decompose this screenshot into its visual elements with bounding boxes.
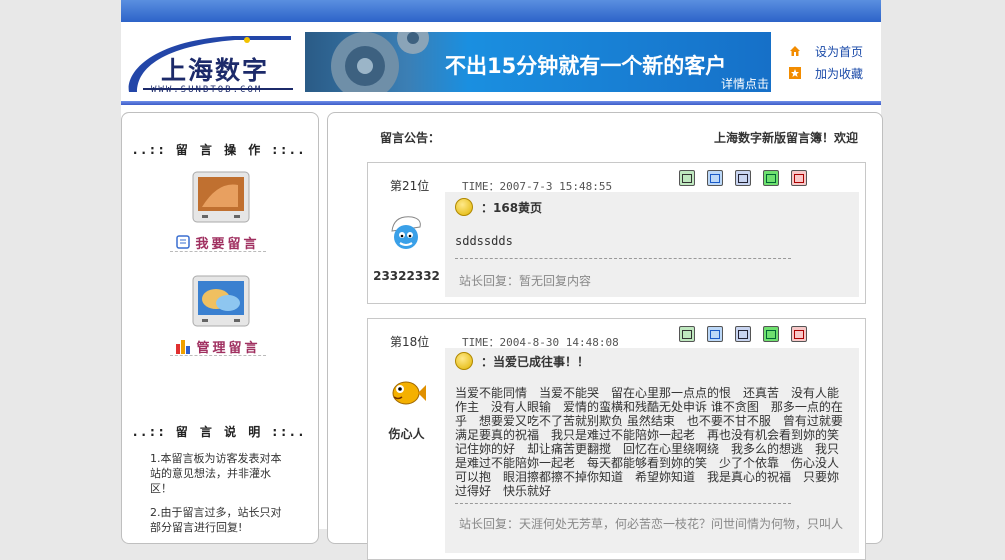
gear-icon [331,32,429,92]
delete-icon[interactable] [791,326,807,342]
manage-monitor-icon[interactable] [192,275,250,331]
fish-avatar-icon [392,381,426,405]
mail-icon[interactable] [735,170,751,186]
homepage-icon[interactable] [707,170,723,186]
ops-title: ..:: 留 言 操 作 ::.. [132,143,308,157]
add-favorite-link[interactable]: 加为收藏 [789,64,863,82]
entry-toolbar [679,326,807,342]
message-box: ：当爱已成往事！！ 当爱不能同情 当爱不能哭 留在心里那一点点的恨 还真苦 没有… [445,348,859,553]
notice-marquee: 上海数字新版留言簿！欢迎 [714,131,859,145]
header-divider [121,101,881,105]
page-container: 上海数字 WWW.SUNBTOB.COM 不出15分钟就有一个新的客户 详情点击… [121,0,883,560]
entry-subject-text: ：168黄页 [481,200,543,215]
notes-title: ..:: 留 言 说 明 ::.. [132,425,308,439]
note-2: 2.由于留言过多，站长只对部分留言进行回复! [150,506,282,534]
home-icon [790,46,800,56]
admin-reply: 站长回复：暂无回复内容 [459,274,592,288]
bar-chart-icon [176,340,191,354]
add-favorite-label: 加为收藏 [815,66,864,81]
top-bar [121,0,881,22]
set-homepage-label: 设为首页 [815,44,864,59]
set-homepage-link[interactable]: 设为首页 [789,42,863,60]
banner-headline: 不出15分钟就有一个新的客户 [445,54,727,78]
qq-icon[interactable] [763,326,779,342]
manage-messages-link[interactable]: 管理留言 [170,337,266,356]
entry-floor: 第21位 [390,179,430,193]
star-icon [789,67,801,79]
right-panel: 留言公告： 上海数字新版留言簿！欢迎 第21位 TIME：2007-7-3 15… [327,112,883,560]
write-monitor-icon[interactable] [192,171,250,227]
entry-body: 当爱不能同情 当爱不能哭 留在心里那一点点的恨 还真苦 没有人能作主 没有人眼输… [455,386,843,498]
copy-icon[interactable] [679,170,695,186]
message-entry: 第21位 TIME：2007-7-3 15:48:55 23322332 ：16… [367,162,866,304]
header: 上海数字 WWW.SUNBTOB.COM 不出15分钟就有一个新的客户 详情点击… [121,22,881,104]
entry-body: sddssdds [455,234,513,248]
entry-subject-text: ：当爱已成往事！！ [481,354,590,369]
entry-subject: ：当爱已成往事！！ [455,352,589,370]
entry-divider [455,503,791,504]
notice-label: 留言公告： [380,131,441,145]
notepad-icon [176,235,191,249]
sad-face-icon [455,352,473,370]
banner-detail-link[interactable]: 详情点击 [721,75,769,92]
entry-floor: 第18位 [390,335,430,349]
homepage-icon[interactable] [707,326,723,342]
entry-author: 23322332 [373,269,440,283]
delete-icon[interactable] [791,170,807,186]
entry-divider [455,258,791,259]
entry-subject: ：168黄页 [455,198,542,216]
note-1: 1.本留言板为访客发表对本站的意见想法，并非灌水区！ [150,452,282,495]
write-message-link[interactable]: 我要留言 [170,233,266,252]
smiley-icon [455,198,473,216]
logo-text: 上海数字 [161,56,270,85]
manage-messages-label: 管理留言 [196,340,261,356]
message-entry: 第18位 TIME：2004-8-30 14:48:08 伤心人 ：当爱已成往事… [367,318,866,560]
admin-reply: 站长回复：天涯何处无芳草，何必苦恋一枝花？问世间情为何物，只叫人 [459,517,844,531]
left-panel: ..:: 留 言 操 作 ::.. 我要留言 管理留言 ..:: 留 言 说 明… [121,112,319,544]
copy-icon[interactable] [679,326,695,342]
message-box: ：168黄页 sddssdds 站长回复：暂无回复内容 [445,192,859,297]
qq-icon[interactable] [763,170,779,186]
entry-toolbar [679,170,807,186]
logo-url: WWW.SUNBTOB.COM [151,85,263,95]
mail-icon[interactable] [735,326,751,342]
entry-author: 伤心人 [388,427,425,441]
write-message-label: 我要留言 [195,236,260,252]
smurf-avatar-icon [391,216,421,249]
ad-banner[interactable]: 不出15分钟就有一个新的客户 详情点击 [305,32,771,92]
logo[interactable]: 上海数字 WWW.SUNBTOB.COM [121,28,301,98]
